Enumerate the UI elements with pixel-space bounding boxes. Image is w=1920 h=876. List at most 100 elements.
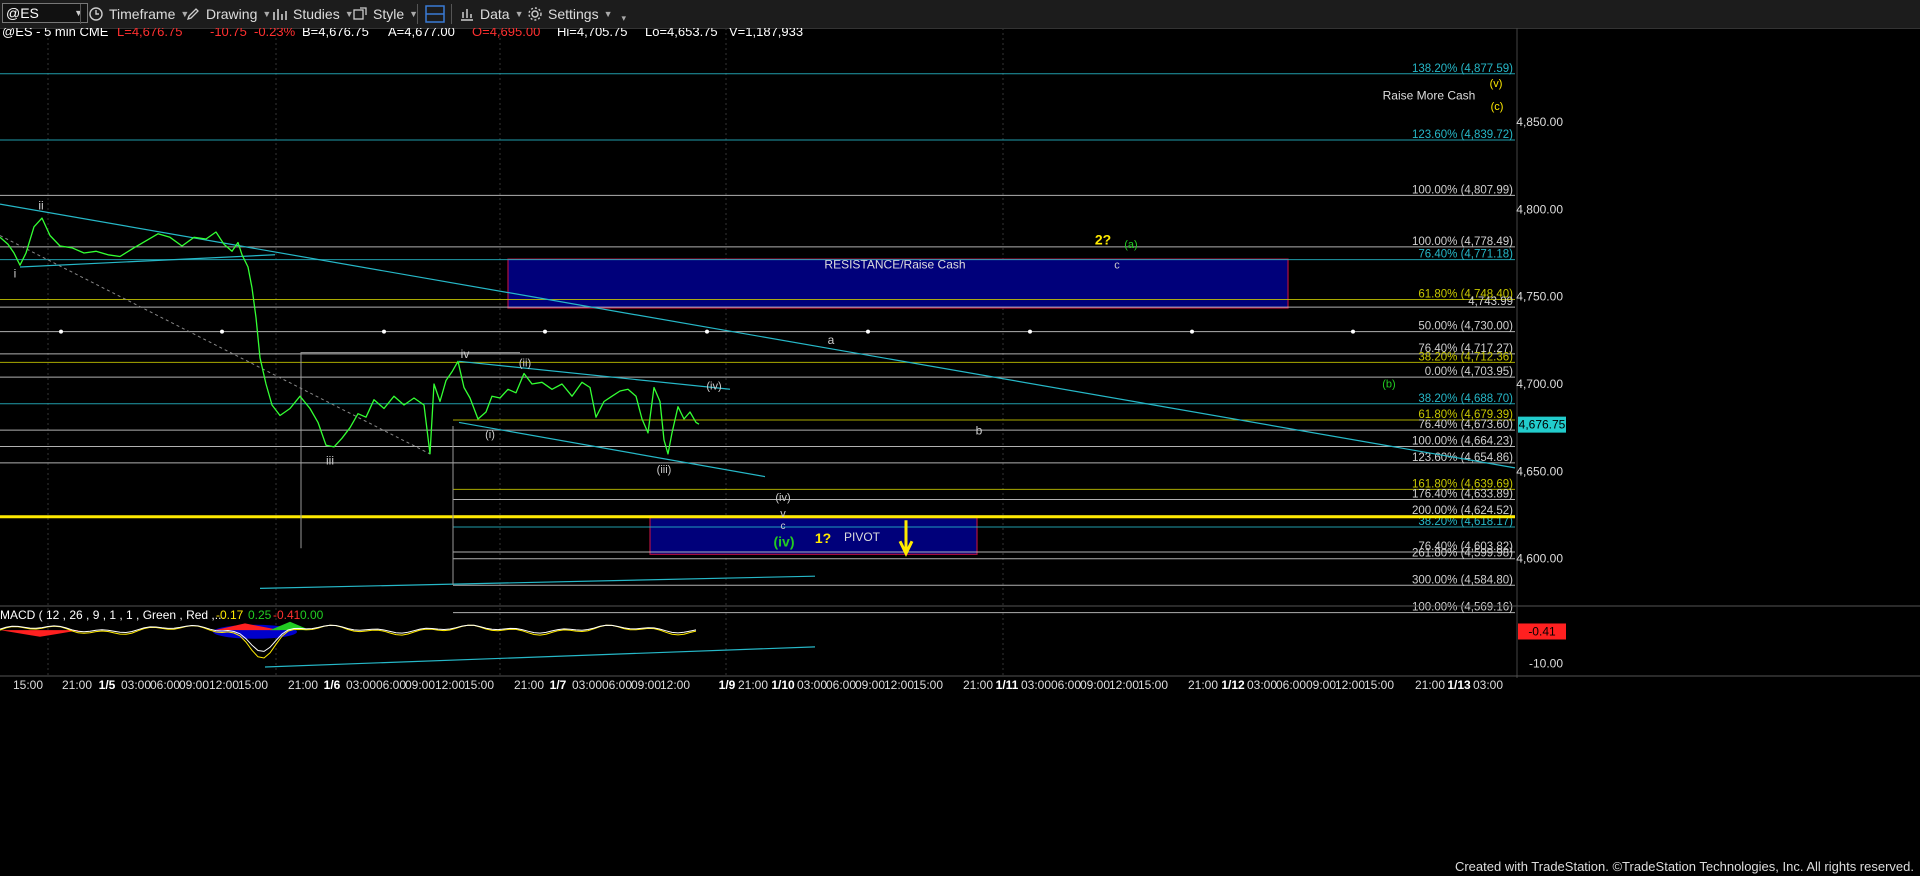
wave-label-ii: ii	[38, 198, 43, 212]
time-axis-tick: 21:00	[963, 678, 993, 692]
wave-label-b-green: (b)	[1382, 379, 1395, 391]
reference-dot	[705, 329, 709, 334]
price-axis-tick: 4,850.00	[1516, 115, 1563, 129]
toolbar: @ES ▼ Timeframe ▼ Drawing ▼ Studies ▼ St…	[0, 0, 1920, 29]
fib-level-label: 100.00% (4,569.16)	[1412, 602, 1513, 614]
wave-label-c-green: (c)	[1491, 101, 1504, 113]
trendline	[458, 360, 731, 390]
time-axis-tick: 06:00	[1276, 678, 1306, 692]
time-axis-tick: 12:00	[1109, 678, 1139, 692]
time-axis-tick: 21:00	[738, 678, 768, 692]
style-label: Style	[373, 6, 405, 22]
macd-value-3: -0.41	[273, 608, 301, 622]
fib-level-label: 300.00% (4,584.80)	[1412, 574, 1513, 586]
data-button[interactable]: Data ▼	[459, 4, 524, 24]
timeframe-label: Timeframe	[109, 6, 176, 22]
fib-level-label: 100.00% (4,664.23)	[1412, 436, 1513, 448]
reference-dot	[866, 329, 870, 334]
macd-value-1: -0.17	[216, 608, 244, 622]
wave-label-iv: iv	[461, 347, 470, 361]
reference-dot	[1190, 329, 1194, 334]
time-axis-tick: 03:00	[121, 678, 151, 692]
macd-panel: MACD ( 12 , 26 , 9 , 1 , 1 , Green , Red…	[0, 605, 1920, 678]
macd-histogram	[0, 630, 80, 637]
time-axis-tick: 1/9	[719, 678, 736, 692]
wave-labels-layer: Raise More Cashiiiiiiiv(i)(ii)(iii)(iv)(…	[14, 78, 1504, 557]
time-axis-tick: 12:00	[435, 678, 465, 692]
reference-dot	[543, 329, 547, 334]
chart-area[interactable]: RESISTANCE/Raise CashPIVOT 138.20% (4,87…	[0, 28, 1920, 848]
time-axis-tick: 21:00	[62, 678, 92, 692]
price-axis-tick: 4,800.00	[1516, 202, 1563, 216]
reference-dot	[382, 329, 386, 334]
layout-button[interactable]	[425, 4, 445, 24]
time-axis-tick: 15:00	[238, 678, 268, 692]
clock-icon	[89, 7, 103, 21]
pencil-icon	[186, 8, 199, 21]
wave-label-sub-iii: (iii)	[657, 464, 672, 476]
fib-level-label: 76.40% (4,771.18)	[1418, 249, 1513, 261]
timeframe-button[interactable]: Timeframe ▼	[88, 4, 189, 24]
price-axis-tick: 4,700.00	[1516, 377, 1563, 391]
wave-label-v-green: (v)	[1490, 78, 1503, 90]
wave-label-sub-i: (i)	[485, 429, 495, 441]
time-axis-tick: 09:00	[1306, 678, 1336, 692]
time-axis-tick: 15:00	[1364, 678, 1394, 692]
studies-label: Studies	[293, 6, 340, 22]
fib-level-label: 38.20% (4,688.70)	[1418, 393, 1513, 405]
time-axis: 15:00 21:00 1/5 03:0006:0009:00 12:0015:00 21…	[0, 675, 1920, 692]
time-axis-tick: 12:00	[660, 678, 690, 692]
pivot-zone-label: PIVOT	[844, 530, 881, 544]
macd-value-2: 0.25	[248, 608, 272, 622]
style-button[interactable]: Style ▼	[352, 4, 418, 24]
symbol-selector[interactable]: @ES ▼	[2, 3, 88, 23]
wave-label-iv-green: (iv)	[774, 533, 795, 549]
time-axis-tick: 03:00	[1021, 678, 1051, 692]
wave-label-v: v	[780, 508, 786, 520]
quote-open: O=4,695.00	[472, 28, 540, 39]
time-axis-tick: 12:00	[884, 678, 914, 692]
time-axis-tick: 06:00	[376, 678, 406, 692]
style-icon	[353, 7, 367, 20]
wave-label-iii: iii	[326, 453, 334, 467]
chevron-down-icon: ▾	[621, 12, 627, 23]
quote-symbol: @ES - 5 min CME	[2, 28, 109, 39]
drawing-label: Drawing	[206, 6, 258, 22]
macd-value-4: 0.00	[300, 608, 324, 622]
price-axis-tick: 4,650.00	[1516, 464, 1563, 478]
macd-axis-tick: -10.00	[1529, 657, 1563, 671]
time-axis-tick: 1/12	[1221, 678, 1245, 692]
time-axis-tick: 06:00	[1051, 678, 1081, 692]
time-axis-tick: 03:00	[572, 678, 602, 692]
studies-button[interactable]: Studies ▼	[272, 4, 354, 24]
data-label: Data	[480, 6, 510, 22]
fib-level-label: 76.40% (4,673.60)	[1418, 419, 1513, 431]
fib-level-label: 100.00% (4,778.49)	[1412, 236, 1513, 248]
time-axis-tick: 15:00	[913, 678, 943, 692]
time-axis-tick: 03:00	[1473, 678, 1503, 692]
chevron-down-icon: ▼	[74, 8, 83, 18]
trendline	[19, 254, 276, 268]
wave-label-i: i	[14, 266, 17, 280]
raise-more-cash-label: Raise More Cash	[1383, 88, 1476, 102]
wave-label-sub-ii: (ii)	[519, 358, 531, 370]
reference-dot	[1351, 329, 1355, 334]
time-axis-tick: 1/13	[1447, 678, 1471, 692]
quote-volume: V=1,187,933	[729, 28, 803, 39]
drawing-button[interactable]: Drawing ▼	[185, 4, 271, 24]
fib-level-label: 0.00% (4,703.95)	[1425, 366, 1513, 378]
time-axis-tick: 03:00	[346, 678, 376, 692]
reference-dot	[220, 329, 224, 334]
settings-button[interactable]: Settings ▼ ▾	[527, 4, 626, 24]
time-axis-tick: 06:00	[150, 678, 180, 692]
time-axis-tick: 03:00	[797, 678, 827, 692]
macd-last-label: -0.41	[1528, 624, 1556, 638]
reference-dot	[59, 329, 63, 334]
chevron-down-icon: ▼	[603, 9, 613, 19]
data-icon	[461, 9, 473, 21]
time-axis-tick: 1/7	[550, 678, 567, 692]
price-axis-tick: 4,750.00	[1516, 290, 1563, 304]
chevron-down-icon: ▼	[514, 9, 524, 19]
wave-label-c-lower: c	[781, 521, 786, 532]
quote-ask: A=4,677.00	[388, 28, 455, 39]
